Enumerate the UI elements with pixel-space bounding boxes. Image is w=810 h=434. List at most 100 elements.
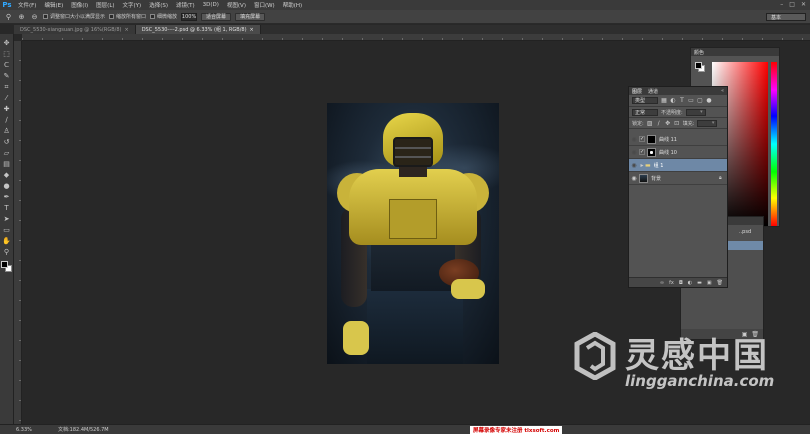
foreground-color-swatch[interactable] [1,261,8,268]
shape-filter-icon[interactable]: ▭ [688,97,694,104]
visibility-eye-icon[interactable]: ◉ [629,162,639,169]
lock-all-icon[interactable]: ⊡ [674,120,680,127]
menu-image[interactable]: 图像(I) [67,1,92,9]
history-brush-icon[interactable]: ↺ [1,137,12,147]
zoom-in-icon[interactable]: ⊕ [17,12,26,21]
brush-icon[interactable]: ∕ [1,115,12,125]
color-swatches[interactable] [695,62,705,72]
menu-view[interactable]: 视图(V) [223,1,250,9]
layer-mask-thumbnail[interactable] [647,134,656,144]
blur-icon[interactable]: ◆ [1,170,12,180]
lock-position-icon[interactable]: ✥ [665,120,671,127]
layer-mask-thumbnail[interactable] [647,147,656,157]
fx-icon[interactable]: fx [669,280,674,286]
zoom-icon[interactable]: ⚲ [1,247,12,257]
menu-3d[interactable]: 3D(D) [199,2,223,8]
horizontal-ruler[interactable] [22,34,810,41]
hand-icon[interactable]: ✋ [1,236,12,246]
menu-edit[interactable]: 编辑(E) [40,1,67,9]
tab-channels[interactable]: 通道 [648,88,658,95]
fill-screen-button[interactable]: 填充屏幕 [235,12,266,21]
panel-collapse-icon[interactable]: « [721,88,724,94]
new-group-icon[interactable]: ▬ [697,280,702,286]
maximize-icon[interactable]: □ [789,1,795,8]
stamp-icon[interactable]: ♙ [1,126,12,136]
layer-name[interactable]: 组 1 [654,162,727,169]
foreground-swatch[interactable] [695,62,702,69]
document-canvas-image[interactable] [327,103,499,364]
tab-close-icon[interactable]: × [250,27,254,33]
fit-screen-button[interactable]: 适合屏幕 [201,12,232,21]
filter-toggle-icon[interactable]: ● [706,97,712,104]
menu-filter[interactable]: 滤镜(T) [172,1,199,9]
pixel-filter-icon[interactable]: ▦ [661,97,667,104]
healing-icon[interactable]: ✚ [1,104,12,114]
adjustment-filter-icon[interactable]: ◐ [670,97,676,104]
path-select-icon[interactable]: ➤ [1,214,12,224]
zoom-all-checkbox[interactable]: 缩放所有窗口 [109,13,146,20]
layer-row[interactable]: ◉ 背景 🔒︎ [629,172,727,185]
status-doc-size[interactable]: 文档:182.4M/526.7M [58,426,109,433]
link-icon[interactable]: ∞ [660,280,664,286]
tab-close-icon[interactable]: × [124,27,128,33]
history-item[interactable]: ..psd [739,229,751,235]
quick-select-icon[interactable]: ✎ [1,71,12,81]
scrubby-zoom-checkbox[interactable]: 细微缩放 [150,13,177,20]
checkbox-box[interactable] [150,14,156,19]
marquee-icon[interactable]: ⬚ [1,49,12,59]
close-icon[interactable]: ✕ [801,1,806,8]
blend-mode-select[interactable]: 正常 [632,108,658,116]
layer-name[interactable]: 曲线 10 [659,149,727,156]
tab-color[interactable]: 颜色 [694,49,704,56]
lock-paint-icon[interactable]: ∕ [656,120,662,127]
eyedropper-icon[interactable]: ⁄ [1,93,12,103]
opacity-field[interactable]: ▾ [685,108,706,116]
type-filter-icon[interactable]: T [679,97,685,104]
checkbox-box[interactable] [43,14,48,19]
status-zoom[interactable]: 6.33% [0,427,58,433]
menu-file[interactable]: 文件(F) [14,1,40,9]
zoom-out-icon[interactable]: ⊖ [30,12,39,21]
color-swatches[interactable] [1,261,12,272]
dodge-icon[interactable]: ● [1,181,12,191]
eraser-icon[interactable]: ▱ [1,148,12,158]
zoom-value-button[interactable]: 100% [181,12,198,21]
menu-select[interactable]: 选择(S) [145,1,172,9]
visibility-eye-icon[interactable]: ◉ [629,149,639,156]
workspace-select[interactable]: 基本 [766,13,806,21]
pen-icon[interactable]: ✒ [1,192,12,202]
new-layer-icon[interactable]: ▣ [707,280,712,286]
vertical-ruler[interactable] [14,41,22,425]
checkbox-box[interactable] [109,14,115,19]
crop-icon[interactable]: ⌗ [1,82,12,92]
layer-thumbnail[interactable] [639,173,648,183]
tab-layers[interactable]: 图层 [632,88,642,95]
trash-icon[interactable]: 🗑 [717,280,723,286]
visibility-eye-icon[interactable]: ◉ [629,175,639,182]
tab-document-2[interactable]: DSC_5530----2.psd @ 6.33% (组 1, RGB/8) × [135,25,261,34]
zoom-tool-icon[interactable]: ⚲ [4,12,13,21]
fill-field[interactable]: ▾ [697,119,718,127]
filter-kind-select[interactable]: 类型 [632,97,658,104]
layer-name[interactable]: 背景 [651,175,719,182]
lasso-icon[interactable]: ᑕ [1,60,12,70]
menu-window[interactable]: 窗口(W) [250,1,279,9]
move-icon[interactable]: ✥ [1,38,12,48]
layer-row[interactable]: ◉ ▸ ▬ 组 1 [629,159,727,172]
gradient-icon[interactable]: ▤ [1,159,12,169]
layer-row[interactable]: ◉ ✓ 曲线 10 [629,146,727,159]
layer-name[interactable]: 曲线 11 [659,136,727,143]
tab-document-1[interactable]: DSC_5530-xiangsuan.jpg @ 16%(RGB/8) × [14,25,136,34]
menu-help[interactable]: 帮助(H) [279,1,306,9]
smart-filter-icon[interactable]: ▢ [697,97,703,104]
layer-row[interactable]: ◉ ✓ 曲线 11 [629,133,727,146]
hue-slider[interactable] [771,62,777,226]
type-icon[interactable]: T [1,203,12,213]
minimize-icon[interactable]: – [780,1,783,8]
adjustment-icon[interactable]: ◐ [688,280,692,286]
shape-icon[interactable]: ▭ [1,225,12,235]
visibility-eye-icon[interactable]: ◉ [629,136,639,143]
menu-type[interactable]: 文字(Y) [119,1,146,9]
resize-windows-checkbox[interactable]: 调整窗口大小以满屏显示 [43,13,105,20]
lock-pixels-icon[interactable]: ▨ [647,120,653,127]
